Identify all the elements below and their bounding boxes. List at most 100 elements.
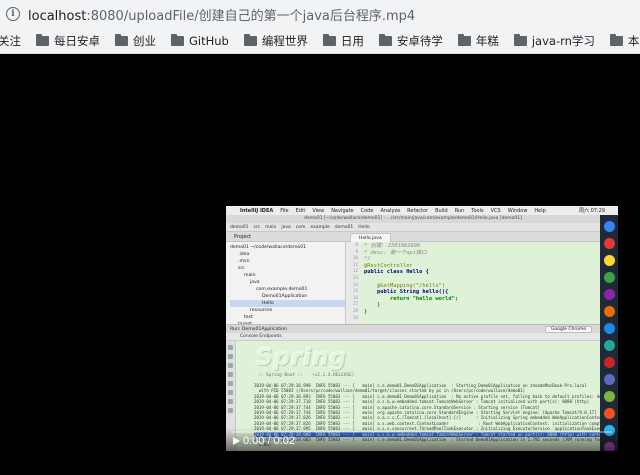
- tree-item: .mvn: [238, 259, 250, 264]
- mac-clock: 周六 07:29: [579, 208, 605, 214]
- editor-tab-bar: Hello.java: [346, 232, 600, 242]
- dock-app-icon: [603, 272, 615, 283]
- run-config: Demo01Application: [241, 327, 287, 332]
- mac-menu-item: VCS: [490, 207, 501, 214]
- mac-menu-item: Code: [360, 207, 374, 214]
- bookmark-item[interactable]: GitHub: [171, 33, 229, 48]
- bookmark-item[interactable]: 关注: [0, 33, 21, 49]
- progress-bar[interactable]: [232, 431, 612, 433]
- code-editor: 8 9 10 11 12 13 14 15 16 17 18 19 * 创建: …: [346, 242, 600, 324]
- bookmarks-bar: 关注 每日安卓 创业 GitHub 编程世界 日用 安卓待学 年糕 java-rn学习 本周要学: [0, 28, 640, 54]
- time-display: 0:00 / 0:02: [243, 435, 296, 447]
- current-time: 0:00: [243, 435, 265, 447]
- dock-app-icon: [603, 374, 615, 385]
- tree-item: test: [244, 315, 253, 320]
- tree-item: resources: [250, 308, 273, 313]
- bookmark-label: 日用: [340, 33, 364, 48]
- bookmark-label: 编程世界: [261, 33, 308, 48]
- folder-icon: [36, 33, 49, 46]
- mac-menu-item: Build: [435, 207, 448, 214]
- breadcrumb-item: main: [265, 224, 277, 230]
- project-panel-title: Project: [226, 232, 346, 242]
- code-line: * 创建: 2301062608: [364, 243, 421, 249]
- code-line: @RestController: [364, 262, 413, 269]
- folder-icon: [171, 33, 184, 46]
- bookmark-item[interactable]: 每日安卓: [36, 33, 100, 49]
- dock-app-icon: [603, 221, 615, 232]
- recorded-ide-window: demo01 [~/code/wallace/demo01] - .../src…: [226, 215, 618, 451]
- tree-item: .idea: [238, 252, 250, 257]
- mac-menu-item: Edit: [295, 207, 306, 214]
- tree-item: com.example.demo01: [256, 287, 308, 292]
- bookmark-item[interactable]: 安卓待学: [378, 33, 443, 49]
- bookmark-label: 关注: [0, 33, 21, 48]
- line-gutter: 8 9 10 11 12 13 14 15 16 17 18 19: [346, 242, 360, 324]
- spring-boot-version: (v2.1.4.RELEASE): [312, 373, 355, 378]
- folder-icon: [115, 33, 128, 46]
- player-controls[interactable]: 0:00 / 0:02: [226, 428, 618, 451]
- bookmark-item[interactable]: 本周要学: [609, 33, 640, 49]
- bookmark-label: 本周要学: [627, 33, 640, 48]
- video-player[interactable]: IntelliJ IDEA File Edit View Navigate Code Ana…: [226, 206, 618, 451]
- mac-menu-item: Window: [507, 207, 528, 214]
- dock-app-icon: [603, 357, 615, 368]
- dock-app-icon: [603, 408, 615, 419]
- mac-menu-item: Run: [454, 207, 465, 214]
- bookmark-item[interactable]: java-rn学习: [513, 33, 595, 49]
- info-icon[interactable]: i: [6, 7, 20, 21]
- duration: 0:02: [273, 435, 296, 447]
- mac-menu-item: File: [280, 207, 289, 214]
- breadcrumb-item: java: [281, 224, 291, 230]
- log-line: 2019-04-06 07:29:37.718 INFO 55083 --- […: [254, 399, 590, 405]
- address-bar[interactable]: i localhost:8080/uploadFile/创建自己的第一个java…: [0, 0, 640, 28]
- tree-item: Demo01Application: [262, 294, 308, 299]
- spring-banner: Spring: [256, 345, 348, 371]
- code-line: }: [364, 308, 368, 315]
- recorded-dock: [600, 215, 618, 451]
- breadcrumb-item: example: [310, 224, 330, 230]
- mac-menu-item: Navigate: [331, 207, 354, 214]
- dock-app-icon: [603, 306, 615, 317]
- tree-item: java: [250, 280, 260, 285]
- ide-title: demo01 [~/code/wallace/demo01] - .../src…: [226, 215, 600, 223]
- breadcrumb-item: src: [253, 224, 261, 230]
- play-icon[interactable]: [233, 437, 240, 445]
- dock-app-icon: [603, 238, 615, 249]
- bookmark-item[interactable]: 日用: [322, 33, 364, 49]
- tree-item: src: [238, 266, 245, 271]
- bookmark-label: 创业: [133, 33, 156, 48]
- bookmark-label: 年糕: [475, 33, 499, 48]
- folder-icon: [513, 33, 527, 46]
- dock-app-icon: [603, 323, 615, 334]
- project-tree: demo01 ~/code/wallace/demo01 .idea .mvn src…: [226, 242, 346, 334]
- code-line: * desc: 第一个api接口: [364, 249, 427, 256]
- editor-tab: Hello.java: [350, 233, 391, 242]
- code-line: @GetMapping("/hello"): [364, 282, 446, 289]
- mac-menu-item: Help: [534, 207, 546, 214]
- bookmark-item[interactable]: 编程世界: [243, 33, 308, 49]
- mac-menu-item: Tools: [471, 207, 484, 214]
- bookmark-item[interactable]: 创业: [115, 33, 156, 49]
- code-line: public String hello(){: [364, 289, 449, 296]
- bookmark-label: GitHub: [189, 33, 229, 48]
- tree-item: demo01 ~/code/wallace/demo01: [230, 245, 307, 250]
- bookmark-label: 安卓待学: [396, 33, 443, 48]
- breadcrumb-item: demo01: [334, 224, 354, 230]
- bookmark-label: java-rn学习: [531, 33, 595, 48]
- bookmark-item[interactable]: 年糕: [457, 33, 499, 49]
- folder-icon: [378, 33, 392, 46]
- chrome-button: Google Chrome: [545, 326, 592, 333]
- folder-icon: [609, 33, 623, 46]
- url-text[interactable]: localhost:8080/uploadFile/创建自己的第一个java后台…: [28, 5, 415, 24]
- dock-app-icon: [603, 255, 615, 266]
- console-tabs: Console Endpoints: [226, 333, 600, 341]
- code-line: }: [364, 302, 381, 309]
- mac-menu-item: View: [312, 207, 325, 214]
- tree-item: main: [244, 273, 256, 278]
- dock-app-icon: [603, 289, 615, 300]
- code-line: */: [364, 256, 371, 263]
- recorded-mac-menubar: IntelliJ IDEA File Edit View Navigate Code Ana…: [226, 206, 618, 215]
- run-panel-header: Run: Demo01Application Google Chrome: [226, 324, 600, 333]
